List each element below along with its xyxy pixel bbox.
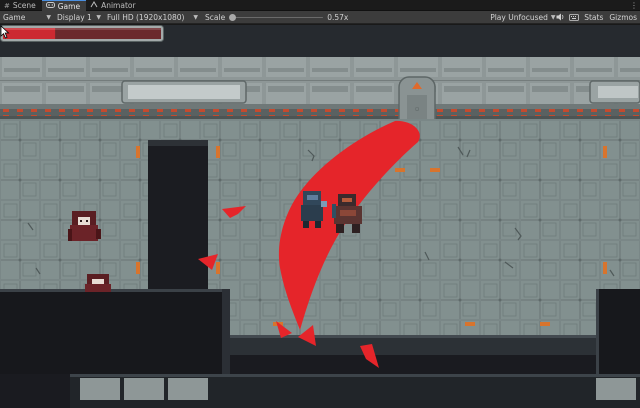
hud-top-right-frame xyxy=(589,80,640,104)
game-scene-render: ▫ xyxy=(0,25,640,408)
animator-icon xyxy=(90,1,98,10)
game-view-toolbar: Game ▼ Display 1 ▼ Full HD (1920x1080) ▼… xyxy=(0,11,640,24)
hud-secondary-bar xyxy=(121,80,247,104)
resolution-label: Full HD (1920x1080) xyxy=(107,12,185,22)
resolution-dropdown[interactable]: Full HD (1920x1080) ▼ xyxy=(104,12,201,23)
play-mode-dropdown[interactable]: Play Unfocused ▼ xyxy=(487,12,555,23)
audio-speaker-icon[interactable] xyxy=(553,12,567,23)
hooded-enemy-lower xyxy=(85,274,111,292)
floor-right-edge xyxy=(603,119,640,289)
scene-grid-icon: # xyxy=(4,1,10,10)
chevron-down-icon: ▼ xyxy=(96,13,101,21)
scale-control: Scale 0.57x xyxy=(205,13,363,22)
tab-game[interactable]: Game xyxy=(41,0,87,11)
lower-left-void xyxy=(0,289,230,374)
view-mode-label: Game xyxy=(3,12,26,22)
tab-animator-label: Animator xyxy=(101,1,136,10)
tab-scene-label: Scene xyxy=(12,1,36,10)
scale-slider-handle[interactable] xyxy=(229,13,237,21)
hazard-stripe xyxy=(0,109,640,116)
gamepad-icon xyxy=(45,2,55,10)
editor-tab-bar: # Scene Game Animator ⋮ xyxy=(0,0,640,11)
tab-animator[interactable]: Animator xyxy=(86,0,141,11)
scale-label: Scale xyxy=(205,12,226,22)
tab-scene[interactable]: # Scene xyxy=(0,0,42,11)
game-viewport[interactable]: ▫ xyxy=(0,25,640,408)
view-mode-dropdown[interactable]: Game ▼ xyxy=(0,12,54,23)
lower-right-void xyxy=(596,289,640,374)
display-dropdown[interactable]: Display 1 ▼ xyxy=(54,12,104,23)
scale-slider[interactable] xyxy=(229,13,324,21)
pit-left xyxy=(148,140,208,290)
chevron-down-icon: ▼ xyxy=(46,13,51,21)
gizmos-button[interactable]: Gizmos xyxy=(606,12,640,23)
svg-text:▫: ▫ xyxy=(415,104,420,113)
stats-button[interactable]: Stats xyxy=(581,12,606,23)
more-options-icon[interactable]: ⋮ xyxy=(628,0,640,10)
keyboard-icon[interactable] xyxy=(567,12,581,23)
play-mode-label: Play Unfocused xyxy=(490,12,548,22)
scale-value: 0.57x xyxy=(327,12,349,22)
mouse-cursor-icon xyxy=(0,25,10,39)
chevron-down-icon: ▼ xyxy=(193,13,198,21)
display-label: Display 1 xyxy=(57,12,92,22)
player-health-bar xyxy=(0,25,164,42)
scale-slider-track xyxy=(229,16,324,18)
tab-game-label: Game xyxy=(57,1,81,11)
